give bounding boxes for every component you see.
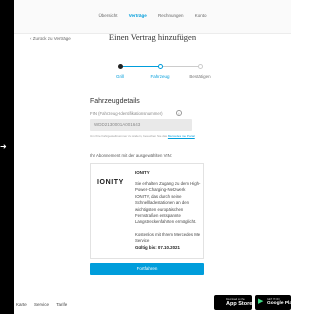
left-overlay: [0, 0, 14, 314]
top-navigation: Übersicht Verträge Rechnungen Konto: [14, 0, 291, 34]
footer-link-tarife[interactable]: Tarife: [56, 302, 67, 307]
nav-item-uebersicht[interactable]: Übersicht: [98, 13, 117, 18]
ionity-logo: IONITY: [97, 179, 124, 186]
info-icon[interactable]: i: [176, 110, 182, 116]
page-title: Einen Vertrag hinzufügen: [108, 32, 197, 42]
step-label-2: Fahrzeug: [150, 74, 170, 79]
step-dot-done: [118, 64, 123, 69]
subscription-label: Ihr Abonnement mit der ausgewählten VIN:: [90, 153, 172, 158]
app-store-label: App Store: [226, 301, 253, 307]
nav-item-rechnungen[interactable]: Rechnungen: [158, 13, 184, 18]
subscription-valid-until: Gültig bis: 07.10.2021: [135, 245, 180, 250]
stepper-line-upcoming: [162, 66, 200, 67]
continue-button[interactable]: Fortfahren: [90, 263, 204, 275]
stepper-line-done: [122, 66, 160, 67]
footer-link-service[interactable]: Service: [34, 302, 49, 307]
subscription-title: IONITY: [135, 170, 150, 175]
fin-hint: Um Ihre Fahrgestellnummer zu ändern, bes…: [90, 134, 230, 138]
fin-hint-text: Um Ihre Fahrgestellnummer zu ändern, bes…: [90, 134, 168, 138]
section-title: Fahrzeugdetails: [90, 98, 140, 105]
step-dot-active: [158, 64, 163, 69]
step-dot-upcoming: [198, 64, 203, 69]
fin-field: WDD2130001A001643: [90, 119, 192, 131]
nav-item-konto[interactable]: Konto: [195, 13, 207, 18]
app-store-badge[interactable]: Download on the App Store: [214, 295, 252, 310]
step-label-1: Grill: [116, 74, 124, 79]
subscription-card: IONITY IONITY Sie erhalten Zugang zu dem…: [90, 163, 204, 259]
arrow-right-icon: ➜: [0, 142, 7, 151]
subscription-cost-note: Kostenlos mit Ihrem Mercedes Me Service: [135, 232, 201, 244]
progress-stepper: Grill Fahrzeug Bestätigen: [100, 62, 220, 86]
google-play-badge[interactable]: ▶ GET IT ON Google Play: [255, 295, 295, 310]
footer-link-karte[interactable]: Karte: [16, 302, 27, 307]
footer-links: Karte Service Tarife: [16, 302, 73, 307]
play-icon: ▶: [258, 298, 264, 305]
google-play-label: Google Play: [267, 301, 295, 306]
subscription-description: Sie erhalten Zugang zu dem High-Power-Ch…: [135, 181, 201, 225]
step-label-3: Bestätigen: [189, 74, 211, 79]
nav-item-vertraege[interactable]: Verträge: [129, 13, 147, 18]
fin-label: FIN (Fahrzeug-Identifikationsnummer): [90, 111, 163, 116]
portal-link[interactable]: Mercedes me Portal: [168, 134, 195, 138]
